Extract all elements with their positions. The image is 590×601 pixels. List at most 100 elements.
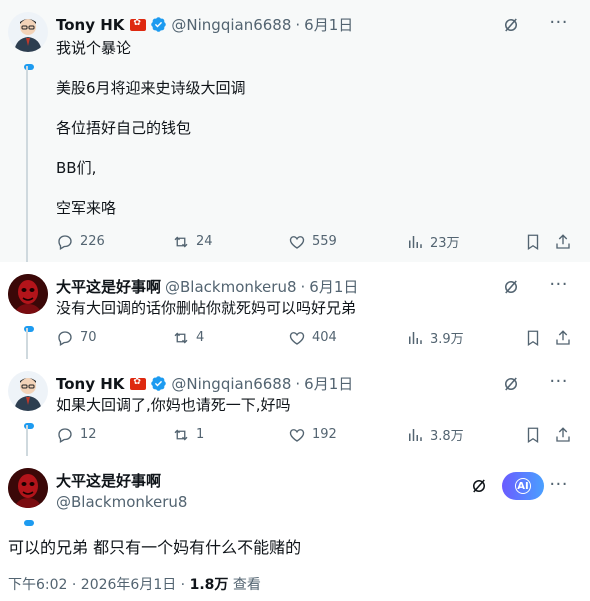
thread-post-2[interactable]: 大平这是好事啊 @Blackmonkeru8 · 6月1日 ··· 没有大回调的… [0, 262, 590, 359]
hong-kong-flag-icon [130, 377, 147, 390]
author-name[interactable]: 大平这是好事啊 [56, 276, 161, 297]
post-line: 没有大回调的话你删帖你就死妈可以吗好兄弟 [56, 299, 357, 317]
avatar[interactable] [8, 274, 48, 314]
post-metadata: 下午6:02 · 2026年6月1日 · 1.8万 查看 [8, 574, 261, 594]
verified-badge-icon [151, 376, 167, 391]
grok-slash-icon[interactable] [502, 375, 520, 393]
grok-slash-icon[interactable] [502, 16, 520, 34]
post-date[interactable]: 6月1日 [309, 276, 358, 297]
ai-icon: AI [515, 478, 531, 494]
grok-slash-icon[interactable] [502, 278, 520, 296]
repost-button[interactable]: 4 [172, 329, 288, 347]
verified-badge-icon [151, 17, 167, 32]
heart-icon [289, 235, 305, 249]
bookmark-icon [527, 234, 539, 250]
views-button[interactable]: 3.8万 [406, 425, 524, 444]
heart-icon [289, 331, 305, 345]
thread-post-1[interactable]: Tony HK @Ningqian6688 · 6月1日 ··· 我说个暴论 美… [0, 0, 590, 262]
more-options-icon[interactable]: ··· [549, 276, 568, 294]
reply-icon [58, 427, 72, 443]
heart-icon [289, 428, 305, 442]
more-options-icon[interactable]: ··· [549, 476, 568, 494]
post-header: 大平这是好事啊 @Blackmonkeru8 · 6月1日 [56, 276, 358, 297]
bookmark-button[interactable] [524, 233, 554, 251]
avatar[interactable] [8, 468, 48, 508]
reply-button[interactable]: 12 [56, 426, 172, 444]
grok-ai-button[interactable]: AI [502, 472, 544, 500]
more-options-icon[interactable]: ··· [549, 373, 568, 391]
grok-slash-icon[interactable] [470, 477, 488, 495]
views-chart-icon [409, 331, 422, 344]
repost-count: 24 [196, 234, 213, 249]
post-header: Tony HK @Ningqian6688 · 6月1日 [56, 14, 353, 35]
like-count: 192 [312, 427, 337, 442]
subscription-badge [24, 520, 34, 526]
avatar-column [8, 12, 48, 70]
author-handle[interactable]: @Ningqian6688 [171, 16, 291, 34]
repost-button[interactable]: 1 [172, 426, 288, 444]
author-name[interactable]: 大平这是好事啊 [56, 470, 187, 491]
author-name[interactable]: Tony HK [56, 375, 124, 393]
like-button[interactable]: 559 [288, 233, 406, 251]
more-options-icon[interactable]: ··· [549, 14, 568, 32]
avatar[interactable] [8, 12, 48, 52]
views-button[interactable]: 23万 [406, 232, 524, 251]
reply-icon [58, 234, 72, 250]
reply-button[interactable]: 226 [56, 233, 172, 251]
views-chart-icon [409, 235, 422, 248]
repost-icon [174, 332, 188, 343]
views-label: 查看 [228, 577, 261, 593]
like-count: 559 [312, 234, 337, 249]
bookmark-button[interactable] [524, 426, 554, 444]
author-handle[interactable]: @Ningqian6688 [171, 375, 291, 393]
post-header: Tony HK @Ningqian6688 · 6月1日 [56, 373, 353, 394]
repost-button[interactable]: 24 [172, 233, 288, 251]
repost-count: 1 [196, 427, 205, 442]
reply-icon [58, 330, 72, 346]
views-button[interactable]: 3.9万 [406, 328, 524, 347]
share-icon [556, 426, 570, 442]
share-icon [556, 233, 570, 249]
views-chart-icon [409, 428, 422, 441]
repost-count: 4 [196, 330, 205, 345]
reply-count: 70 [80, 330, 97, 345]
avatar-column [8, 274, 48, 332]
avatar-column [8, 468, 48, 526]
post-line: 空军来咯 [56, 199, 117, 217]
post-timestamp[interactable]: 下午6:02 · 2026年6月1日 · [8, 577, 190, 593]
thread-connector-line [26, 328, 28, 359]
thread-connector-line [26, 425, 28, 456]
repost-icon [174, 236, 188, 247]
share-icon [556, 329, 570, 345]
reply-button[interactable]: 70 [56, 329, 172, 347]
author-handle[interactable]: @Blackmonkeru8 [56, 493, 187, 511]
view-count: 3.9万 [430, 332, 464, 347]
post-date[interactable]: 6月1日 [304, 14, 353, 35]
post-line: BB们, [56, 159, 97, 177]
thread-connector-line [26, 66, 28, 262]
bookmark-icon [527, 427, 539, 443]
avatar[interactable] [8, 371, 48, 411]
author-name[interactable]: Tony HK [56, 16, 124, 34]
focused-post-text: 可以的兄弟 都只有一个妈有什么不能赌的 [8, 538, 302, 557]
thread-post-3[interactable]: Tony HK @Ningqian6688 · 6月1日 ··· 如果大回调了,… [0, 359, 590, 456]
avatar-column [8, 371, 48, 429]
post-date[interactable]: 6月1日 [304, 373, 353, 394]
reply-count: 226 [80, 234, 105, 249]
reply-count: 12 [80, 427, 97, 442]
author-handle[interactable]: @Blackmonkeru8 [165, 278, 296, 296]
share-button[interactable] [554, 329, 576, 347]
like-count: 404 [312, 330, 337, 345]
action-bar: 12 1 192 3.8万 [56, 425, 576, 444]
view-count: 3.8万 [430, 429, 464, 444]
like-button[interactable]: 404 [288, 329, 406, 347]
post-text: 我说个暴论 美股6月将迎来史诗级大回调 各位捂好自己的钱包 BB们, 空军来咯 [56, 38, 246, 238]
bookmark-button[interactable] [524, 329, 554, 347]
bookmark-icon [527, 330, 539, 346]
repost-icon [174, 429, 188, 440]
separator-dot: · [300, 277, 306, 296]
share-button[interactable] [554, 233, 576, 251]
like-button[interactable]: 192 [288, 426, 406, 444]
share-button[interactable] [554, 426, 576, 444]
focused-post-header: 大平这是好事啊 @Blackmonkeru8 [56, 470, 187, 511]
